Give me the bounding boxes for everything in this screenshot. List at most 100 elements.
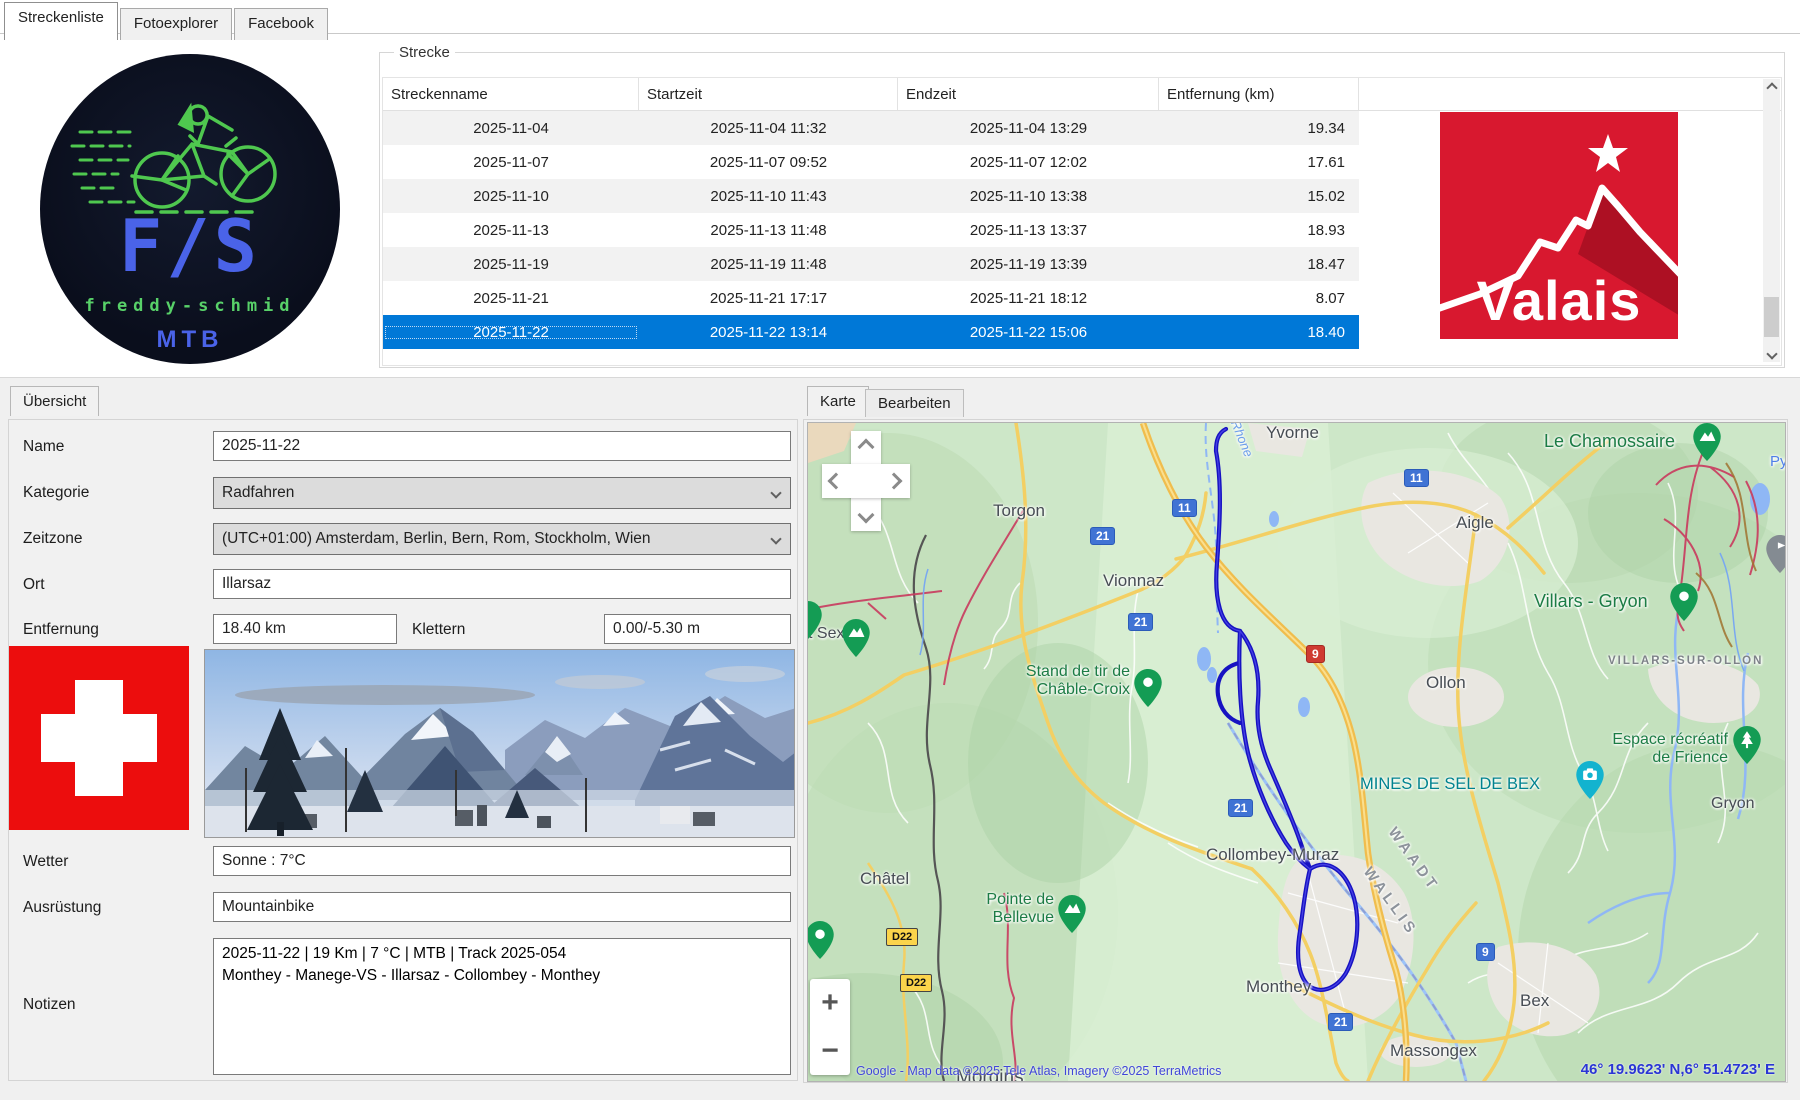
chevron-right-icon bbox=[885, 472, 903, 490]
col-filler bbox=[1359, 78, 1781, 110]
cell-name: 2025-11-22 bbox=[383, 324, 639, 341]
cell-name: 2025-11-19 bbox=[473, 255, 549, 273]
cell-km: 17.61 bbox=[1307, 153, 1345, 171]
fs-club-logo: F/S freddy-schmid MTB bbox=[40, 54, 340, 364]
table-row[interactable]: 2025-11-07 2025-11-07 09:52 2025-11-07 1… bbox=[383, 145, 1359, 179]
entfernung-label: Entfernung bbox=[23, 621, 99, 638]
ort-value: Illarsaz bbox=[222, 575, 272, 592]
entfernung-field[interactable]: 18.40 km bbox=[213, 614, 397, 644]
tab-uebersicht[interactable]: Übersicht bbox=[10, 386, 100, 416]
scroll-thumb[interactable] bbox=[1764, 297, 1779, 337]
col-endzeit[interactable]: Endzeit bbox=[898, 78, 1159, 110]
cell-km: 18.40 bbox=[1307, 323, 1345, 341]
cell-name: 2025-11-10 bbox=[473, 187, 549, 205]
golf-pin-icon[interactable] bbox=[1766, 535, 1786, 573]
camera-pin-icon[interactable] bbox=[1576, 761, 1604, 799]
cell-end: 2025-11-21 18:12 bbox=[969, 289, 1088, 307]
road-shield: 21 bbox=[1090, 527, 1116, 545]
table-row-selected[interactable]: 2025-11-22 2025-11-22 13:14 2025-11-22 1… bbox=[383, 315, 1359, 349]
cell-km: 18.47 bbox=[1307, 255, 1345, 273]
strecke-header-row: Streckenname Startzeit Endzeit Entfernun… bbox=[383, 78, 1781, 111]
road-shield: 11 bbox=[1404, 469, 1429, 487]
cell-end: 2025-11-04 13:29 bbox=[969, 119, 1088, 137]
cell-start: 2025-11-19 11:48 bbox=[710, 255, 827, 273]
entfernung-value: 18.40 km bbox=[222, 620, 286, 637]
zeitzone-value: (UTC+01:00) Amsterdam, Berlin, Bern, Rom… bbox=[222, 530, 651, 547]
place-pin-icon[interactable] bbox=[807, 921, 834, 959]
fs-logo-name: freddy-schmid bbox=[84, 296, 296, 316]
cell-end: 2025-11-10 13:38 bbox=[969, 187, 1088, 205]
map-graphics bbox=[808, 423, 1785, 1081]
road-shield: 21 bbox=[1328, 1013, 1354, 1031]
cell-start: 2025-11-04 11:32 bbox=[710, 119, 827, 137]
place-pin-icon[interactable] bbox=[1670, 583, 1698, 621]
road-shield: 9 bbox=[1476, 943, 1495, 961]
pan-down-button[interactable] bbox=[856, 505, 876, 525]
road-shield: 9 bbox=[1306, 645, 1325, 663]
table-row[interactable]: 2025-11-19 2025-11-19 11:48 2025-11-19 1… bbox=[383, 247, 1359, 281]
cell-name: 2025-11-13 bbox=[473, 221, 549, 239]
road-shield: 21 bbox=[1128, 613, 1154, 631]
kategorie-select[interactable]: Radfahren bbox=[213, 477, 791, 509]
pan-left-button[interactable] bbox=[826, 471, 846, 491]
wetter-value: Sonne : 7°C bbox=[222, 852, 306, 869]
pan-right-button[interactable] bbox=[884, 471, 904, 491]
pan-up-button[interactable] bbox=[856, 437, 876, 457]
mountain-pin-icon[interactable] bbox=[842, 619, 870, 657]
mountain-pin-icon[interactable] bbox=[1693, 423, 1721, 461]
ausruestung-value: Mountainbike bbox=[222, 898, 315, 915]
place-pin-icon[interactable] bbox=[807, 601, 822, 639]
klettern-field[interactable]: 0.00/-5.30 m bbox=[604, 614, 791, 644]
chevron-down-icon bbox=[770, 487, 782, 499]
chevron-left-icon bbox=[827, 472, 845, 490]
name-field[interactable]: 2025-11-22 bbox=[213, 431, 791, 461]
cell-km: 19.34 bbox=[1307, 119, 1345, 137]
kategorie-value: Radfahren bbox=[222, 484, 295, 501]
map-canvas[interactable]: Yvorne Torgon Aigle Vionnaz Ollon Gryon … bbox=[807, 422, 1786, 1082]
road-shield: 11 bbox=[1172, 499, 1197, 517]
table-row[interactable]: 2025-11-04 2025-11-04 11:32 2025-11-04 1… bbox=[383, 111, 1359, 145]
tab-facebook[interactable]: Facebook bbox=[234, 8, 328, 40]
notizen-textarea[interactable]: 2025-11-22 | 19 Km | 7 °C | MTB | Track … bbox=[213, 938, 791, 1075]
col-entfernung[interactable]: Entfernung (km) bbox=[1159, 78, 1359, 110]
scroll-down-button[interactable] bbox=[1763, 345, 1780, 362]
klettern-value: 0.00/-5.30 m bbox=[613, 620, 701, 637]
tab-streckenliste[interactable]: Streckenliste bbox=[4, 2, 118, 40]
zoom-out-button[interactable]: − bbox=[810, 1027, 850, 1075]
cell-start: 2025-11-07 09:52 bbox=[709, 153, 828, 171]
cell-end: 2025-11-07 12:02 bbox=[969, 153, 1088, 171]
zeitzone-select[interactable]: (UTC+01:00) Amsterdam, Berlin, Bern, Rom… bbox=[213, 523, 791, 555]
table-scrollbar[interactable] bbox=[1763, 79, 1780, 362]
col-streckenname[interactable]: Streckenname bbox=[383, 78, 639, 110]
mountain-pin-icon[interactable] bbox=[1058, 895, 1086, 933]
road-shield: D22 bbox=[886, 928, 919, 946]
table-row[interactable]: 2025-11-13 2025-11-13 11:48 2025-11-13 1… bbox=[383, 213, 1359, 247]
ort-label: Ort bbox=[23, 576, 45, 593]
mountain-panorama-photo bbox=[204, 649, 795, 838]
cell-end: 2025-11-19 13:39 bbox=[969, 255, 1088, 273]
zoom-in-button[interactable]: + bbox=[810, 979, 850, 1027]
cell-km: 8.07 bbox=[1315, 289, 1345, 307]
chevron-down-icon bbox=[770, 533, 782, 545]
chevron-down-icon bbox=[857, 506, 875, 524]
ort-field[interactable]: Illarsaz bbox=[213, 569, 791, 599]
tab-fotoexplorer[interactable]: Fotoexplorer bbox=[119, 8, 233, 40]
cell-km: 15.02 bbox=[1307, 187, 1345, 205]
map-coordinates: 46° 19.9623' N,6° 51.4723' E bbox=[1580, 1061, 1775, 1078]
scroll-up-button[interactable] bbox=[1763, 79, 1780, 96]
ausruestung-field[interactable]: Mountainbike bbox=[213, 892, 791, 922]
tab-karte[interactable]: Karte bbox=[807, 386, 869, 416]
place-pin-icon[interactable] bbox=[1134, 669, 1162, 707]
valais-logo: Valais bbox=[1440, 112, 1678, 339]
col-startzeit[interactable]: Startzeit bbox=[639, 78, 898, 110]
table-row[interactable]: 2025-11-10 2025-11-10 11:43 2025-11-10 1… bbox=[383, 179, 1359, 213]
wetter-label: Wetter bbox=[23, 853, 69, 870]
tree-pin-icon[interactable] bbox=[1733, 726, 1761, 764]
tab-bearbeiten[interactable]: Bearbeiten bbox=[865, 389, 964, 417]
road-shield: D22 bbox=[900, 974, 933, 992]
swiss-flag bbox=[9, 646, 189, 830]
wetter-field[interactable]: Sonne : 7°C bbox=[213, 846, 791, 876]
table-row[interactable]: 2025-11-21 2025-11-21 17:17 2025-11-21 1… bbox=[383, 281, 1359, 315]
cell-name: 2025-11-21 bbox=[473, 289, 549, 307]
road-shield: 21 bbox=[1228, 799, 1254, 817]
